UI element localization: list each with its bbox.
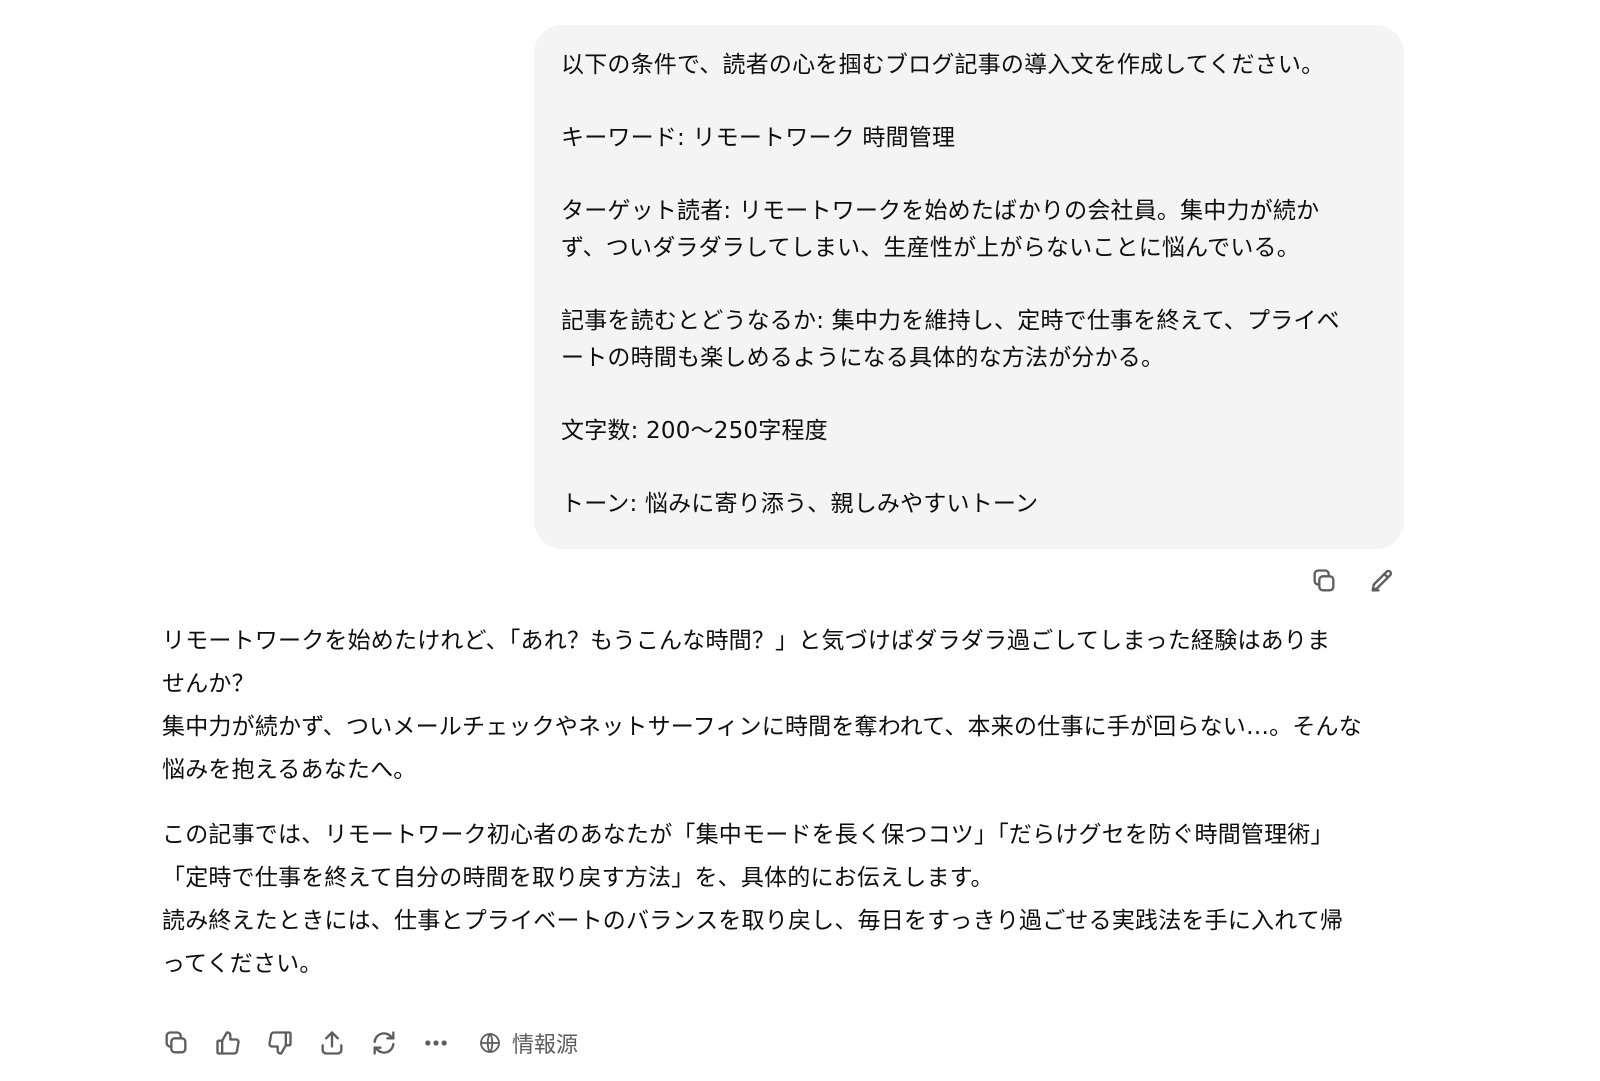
user-message-actions (1306, 563, 1400, 599)
user-message-paragraph: 記事を読むとどうなるか: 集中力を維持し、定時で仕事を終えて、プライベ ートの時間… (561, 303, 1378, 377)
user-message-paragraph: トーン: 悩みに寄り添う、親しみやすいトーン (561, 486, 1378, 523)
user-message-line: 記事を読むとどうなるか: 集中力を維持し、定時で仕事を終えて、プライベ (561, 308, 1340, 334)
assistant-message-actions: 情報源 (158, 1025, 578, 1061)
sources-label: 情報源 (512, 1033, 579, 1058)
user-message-paragraph: キーワード: リモートワーク 時間管理 (561, 120, 1378, 157)
user-edit-button[interactable] (1364, 563, 1400, 599)
regenerate-button[interactable] (366, 1025, 402, 1061)
user-message-line: ず、ついダラダラしてしまい、生産性が上がらないことに悩んでいる。 (561, 235, 1300, 261)
assistant-copy-button[interactable] (158, 1025, 194, 1061)
user-message-line: トーン: 悩みに寄り添う、親しみやすいトーン (561, 491, 1039, 517)
sources-button[interactable]: 情報源 (478, 1027, 578, 1059)
more-button[interactable] (418, 1025, 454, 1061)
refresh-icon (373, 1031, 395, 1055)
user-message-paragraph: 文字数: 200～250字程度 (561, 413, 1378, 450)
pencil-icon (1371, 569, 1392, 592)
thumbs-up-icon (216, 1031, 240, 1055)
assistant-message-paragraph: この記事では、リモートワーク初心者のあなたが「集中モードを長く保つコツ」「だらけ… (162, 814, 1412, 986)
user-message-bubble: 以下の条件で、読者の心を掴むブログ記事の導入文を作成してください。 キーワード: … (534, 25, 1404, 549)
user-message-line: キーワード: リモートワーク 時間管理 (561, 125, 956, 151)
globe-icon (480, 1033, 500, 1053)
thumbs-down-button[interactable] (262, 1025, 298, 1061)
assistant-message-line: ってください。 (162, 951, 323, 977)
assistant-message-line: この記事では、リモートワーク初心者のあなたが「集中モードを長く保つコツ」「だらけ… (162, 822, 1334, 848)
assistant-message-line: リモートワークを始めたけれど、「あれ？もうこんな時間？」と気づけばダラダラ過ごし… (162, 628, 1331, 654)
share-button[interactable] (314, 1025, 350, 1061)
assistant-message: リモートワークを始めたけれど、「あれ？もうこんな時間？」と気づけばダラダラ過ごし… (162, 620, 1412, 1008)
thumbs-up-button[interactable] (210, 1025, 246, 1061)
assistant-message-line: 「定時で仕事を終えて自分の時間を取り戻す方法」を、具体的にお伝えします。 (162, 865, 994, 891)
copy-icon (165, 1031, 187, 1054)
user-message-line: 文字数: 200～250字程度 (561, 418, 828, 444)
user-message-line: ターゲット読者: リモートワークを始めたばかりの会社員。集中力が続か (561, 198, 1320, 224)
user-copy-button[interactable] (1306, 563, 1342, 599)
user-message-paragraph: ターゲット読者: リモートワークを始めたばかりの会社員。集中力が続か ず、ついダラ… (561, 193, 1378, 267)
assistant-message-line: 悩みを抱えるあなたへ。 (162, 757, 417, 783)
user-message-paragraph: 以下の条件で、読者の心を掴むブログ記事の導入文を作成してください。 (561, 47, 1378, 84)
assistant-message-paragraph: リモートワークを始めたけれど、「あれ？もうこんな時間？」と気づけばダラダラ過ごし… (162, 620, 1412, 792)
thumbs-down-icon (268, 1031, 292, 1055)
ellipsis-icon (425, 1040, 447, 1046)
user-message-line: ートの時間も楽しめるようになる具体的な方法が分かる。 (561, 345, 1165, 371)
copy-icon (1313, 569, 1335, 592)
user-message-line: 以下の条件で、読者の心を掴むブログ記事の導入文を作成してください。 (561, 52, 1325, 78)
assistant-message-line: 読み終えたときには、仕事とプライベートのバランスを取り戻し、毎日をすっきり過ごせ… (162, 908, 1344, 934)
assistant-message-line: 集中力が続かず、ついメールチェックやネットサーフィンに時間を奪われて、本来の仕事… (162, 714, 1362, 740)
share-icon (321, 1031, 343, 1055)
assistant-message-line: せんか？ (162, 671, 255, 697)
